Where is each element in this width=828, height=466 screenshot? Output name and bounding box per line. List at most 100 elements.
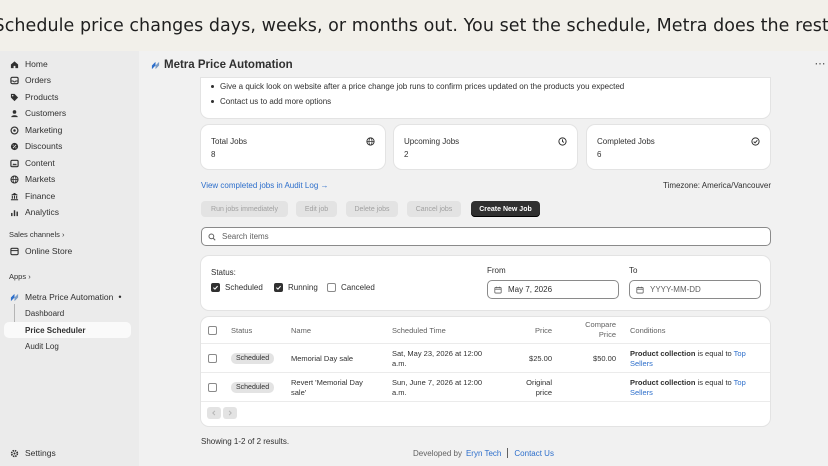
sidebar-item-label: Orders bbox=[25, 75, 51, 85]
sidebar-item-online-store[interactable]: Online Store bbox=[10, 244, 72, 258]
jobs-table: Status Name Scheduled Time Price Compare… bbox=[201, 317, 770, 426]
sidebar-item-settings[interactable]: Settings bbox=[10, 446, 56, 460]
column-header-name: Name bbox=[291, 326, 312, 335]
job-name[interactable]: Revert 'Memorial Day sale' bbox=[291, 378, 363, 397]
footer-prefix: Developed by bbox=[413, 448, 462, 458]
apps-heading[interactable]: Apps › bbox=[9, 272, 31, 281]
marketing-banner: Schedule price changes days, weeks, or m… bbox=[0, 0, 828, 51]
create-new-job-button[interactable]: Create New Job bbox=[471, 201, 540, 217]
stat-value: 6 bbox=[597, 150, 602, 159]
status-checkbox-scheduled[interactable]: Scheduled bbox=[211, 283, 263, 292]
store-icon bbox=[10, 247, 19, 256]
stat-card-upcoming-jobs: Upcoming Jobs 2 bbox=[394, 125, 577, 169]
collection-link[interactable]: Top bbox=[734, 378, 746, 387]
sidebar-item-products[interactable]: Products bbox=[10, 90, 59, 104]
checkbox-checked-icon bbox=[274, 283, 283, 292]
sidebar-item-finance[interactable]: Finance bbox=[10, 189, 55, 203]
job-price: $25.00 bbox=[529, 354, 552, 363]
sales-channels-heading[interactable]: Sales channels › bbox=[9, 230, 64, 239]
results-count: Showing 1-2 of 2 results. bbox=[201, 437, 290, 446]
banner-text: Schedule price changes days, weeks, or m… bbox=[0, 15, 828, 36]
audit-log-link[interactable]: View completed jobs in Audit Log → bbox=[201, 181, 328, 190]
bullet-icon bbox=[211, 100, 214, 103]
next-page-button[interactable] bbox=[223, 407, 237, 419]
search-placeholder: Search items bbox=[222, 232, 269, 241]
sidebar-item-marketing[interactable]: Marketing bbox=[10, 123, 62, 137]
sidebar-subitem-dashboard[interactable]: Dashboard bbox=[25, 309, 64, 318]
scheduled-time: Sun, June 7, 2026 at 12:00 a.m. bbox=[392, 378, 483, 397]
filter-card: Status: Scheduled Running Canceled From … bbox=[201, 256, 770, 310]
from-date-field[interactable]: May 7, 2026 bbox=[487, 280, 619, 299]
calendar-icon bbox=[494, 286, 502, 293]
sidebar-subitem-price-scheduler[interactable]: Price Scheduler bbox=[4, 322, 131, 338]
chevron-right-icon: › bbox=[28, 272, 31, 281]
globe-icon bbox=[366, 137, 375, 146]
sidebar-item-label: Marketing bbox=[25, 125, 63, 135]
discount-icon bbox=[10, 142, 19, 151]
sidebar-item-label: Home bbox=[25, 59, 48, 69]
tag-icon bbox=[10, 93, 19, 102]
app-logo-icon bbox=[151, 61, 160, 69]
delete-jobs-button[interactable]: Delete jobs bbox=[346, 201, 398, 217]
sidebar-item-content[interactable]: Content bbox=[10, 156, 55, 170]
developer-link[interactable]: Eryn Tech bbox=[466, 449, 501, 458]
stat-value: 2 bbox=[404, 150, 409, 159]
calendar-icon bbox=[636, 286, 644, 293]
cancel-jobs-button[interactable]: Cancel jobs bbox=[407, 201, 461, 217]
sidebar-item-orders[interactable]: Orders bbox=[10, 73, 51, 87]
pin-dot-icon: • bbox=[118, 292, 122, 302]
edit-job-button[interactable]: Edit job bbox=[296, 201, 337, 217]
sidebar-item-metra-app[interactable]: Metra Price Automation • bbox=[10, 290, 122, 304]
run-jobs-button[interactable]: Run jobs immediately bbox=[201, 201, 288, 217]
sidebar-item-label: Online Store bbox=[25, 246, 73, 256]
to-date-field[interactable]: YYYY-MM-DD bbox=[629, 280, 761, 299]
stat-card-completed-jobs: Completed Jobs 6 bbox=[587, 125, 770, 169]
job-conditions: Product collection is equal to Top Seller… bbox=[630, 378, 746, 397]
row-checkbox[interactable] bbox=[208, 383, 217, 392]
app-title: Metra Price Automation bbox=[151, 59, 293, 71]
select-all-checkbox[interactable] bbox=[208, 326, 217, 335]
content-icon bbox=[10, 159, 19, 168]
sidebar-item-label: Products bbox=[25, 92, 59, 102]
collection-link[interactable]: Sellers bbox=[630, 359, 653, 368]
orders-icon bbox=[10, 76, 19, 85]
chevron-right-icon bbox=[228, 410, 232, 416]
status-badge: Scheduled bbox=[231, 353, 275, 364]
status-checkbox-canceled[interactable]: Canceled bbox=[327, 283, 375, 292]
job-conditions: Product collection is equal to Top Seller… bbox=[630, 349, 746, 368]
collection-link[interactable]: Sellers bbox=[630, 388, 653, 397]
app-logo-icon bbox=[10, 293, 19, 302]
sidebar-item-label: Customers bbox=[25, 108, 67, 118]
compare-price: $50.00 bbox=[593, 354, 616, 363]
sidebar-item-label: Analytics bbox=[25, 207, 60, 217]
sidebar-item-home[interactable]: Home bbox=[10, 57, 48, 71]
bank-icon bbox=[10, 192, 19, 201]
sidebar-subitem-audit-log[interactable]: Audit Log bbox=[25, 342, 59, 351]
job-name[interactable]: Memorial Day sale bbox=[291, 354, 353, 364]
previous-page-button[interactable] bbox=[207, 407, 221, 419]
status-checkbox-running[interactable]: Running bbox=[274, 283, 318, 292]
footer-divider bbox=[507, 448, 509, 458]
sidebar-item-discounts[interactable]: Discounts bbox=[10, 139, 62, 153]
gear-icon bbox=[10, 449, 19, 458]
info-card: Give a quick look on website after a pri… bbox=[201, 78, 770, 118]
bullet-icon bbox=[211, 85, 214, 88]
sidebar-item-label: Finance bbox=[25, 191, 56, 201]
checkbox-checked-icon bbox=[211, 283, 220, 292]
info-line: Contact us to add more options bbox=[211, 97, 331, 106]
contact-us-link[interactable]: Contact Us bbox=[514, 449, 554, 458]
row-checkbox[interactable] bbox=[208, 354, 217, 363]
checkbox-empty-icon bbox=[327, 283, 336, 292]
person-icon bbox=[10, 109, 19, 118]
sidebar-item-customers[interactable]: Customers bbox=[10, 106, 66, 120]
collection-link[interactable]: Top bbox=[734, 349, 746, 358]
sidebar-item-markets[interactable]: Markets bbox=[10, 172, 55, 186]
sidebar-item-analytics[interactable]: Analytics bbox=[10, 205, 59, 219]
search-icon bbox=[208, 232, 216, 241]
search-input[interactable]: Search items bbox=[201, 227, 771, 246]
more-actions-icon[interactable]: ⋯ bbox=[815, 57, 827, 70]
globe-icon bbox=[10, 174, 19, 184]
sidebar-item-label: Metra Price Automation bbox=[25, 292, 114, 302]
column-header-conditions: Conditions bbox=[630, 326, 666, 335]
admin-sidebar: Home Orders Products Customers Marketing… bbox=[0, 51, 139, 466]
